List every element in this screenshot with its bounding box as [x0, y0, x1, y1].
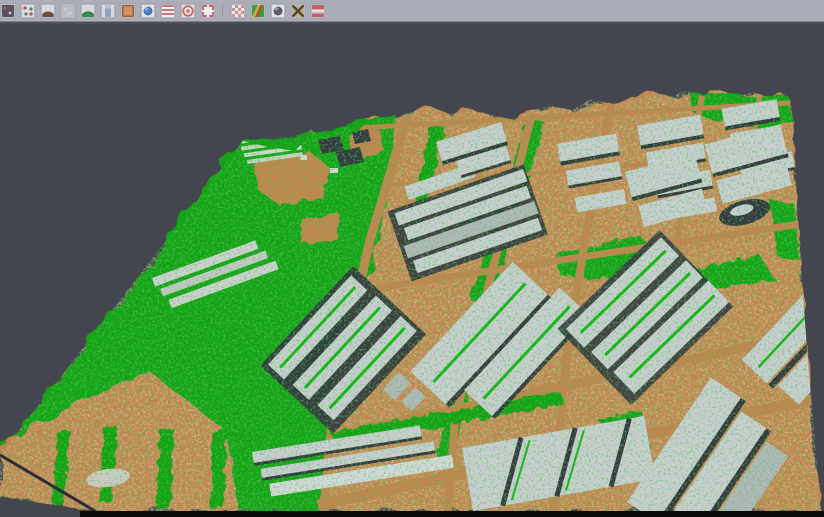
- toolbar-separator: [220, 3, 226, 19]
- classified-map-icon[interactable]: [250, 3, 266, 19]
- striped-flag-icon[interactable]: [310, 3, 326, 19]
- ortho-tile-icon[interactable]: [120, 3, 136, 19]
- checker-tile-icon[interactable]: [230, 3, 246, 19]
- bottom-bar: [80, 511, 824, 517]
- dark-sphere-icon[interactable]: [270, 3, 286, 19]
- histogram-column-icon[interactable]: [100, 3, 116, 19]
- vegetation-mound-icon[interactable]: [80, 3, 96, 19]
- toolbar: [0, 0, 824, 22]
- point-cloud-dark-icon[interactable]: [0, 3, 16, 19]
- 3d-viewport[interactable]: [0, 22, 824, 517]
- globe-icon[interactable]: [140, 3, 156, 19]
- colored-points-icon[interactable]: [20, 3, 36, 19]
- point-cloud-scene: [0, 24, 824, 517]
- sparse-points-icon[interactable]: [60, 3, 76, 19]
- target-circle-icon[interactable]: [180, 3, 196, 19]
- crop-brackets-icon[interactable]: [200, 3, 216, 19]
- application-window: [0, 0, 824, 517]
- flag-tool-icon[interactable]: [290, 3, 306, 19]
- terrain-mound-icon[interactable]: [40, 3, 56, 19]
- red-layers-icon[interactable]: [160, 3, 176, 19]
